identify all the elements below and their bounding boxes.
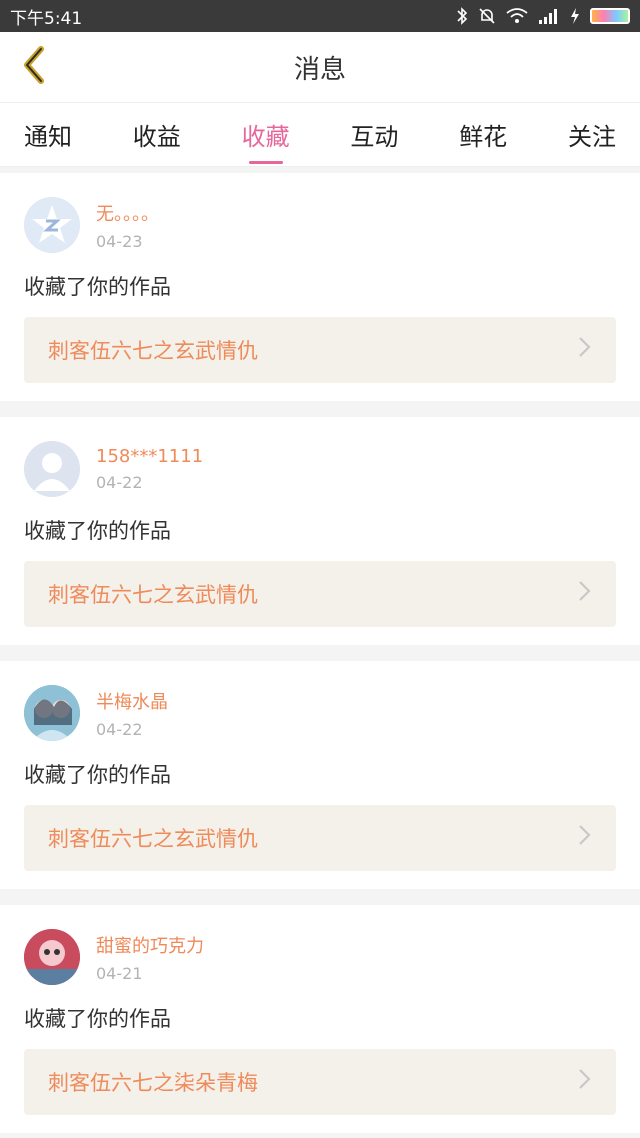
- user-info: 甜蜜的巧克力 04-21: [96, 932, 204, 983]
- anime-girls-avatar-icon: [24, 685, 80, 741]
- bluetooth-icon: [456, 7, 468, 25]
- user-info: 无。。。。 04-23: [96, 200, 159, 251]
- date: 04-22: [96, 473, 143, 492]
- username[interactable]: 无。。。。: [96, 200, 159, 226]
- status-icons: [456, 7, 630, 25]
- tab-flowers[interactable]: 鲜花: [459, 107, 507, 162]
- message-list: 无。。。。 04-23 收藏了你的作品 刺客伍六七之玄武情仇 158***111…: [0, 173, 640, 1133]
- user-info: 158***1111 04-22: [96, 446, 203, 492]
- action-text: 收藏了你的作品: [24, 763, 171, 787]
- list-item-header: 158***1111 04-22: [24, 441, 616, 497]
- avatar[interactable]: [24, 441, 80, 497]
- wifi-icon: [506, 8, 528, 24]
- chevron-right-icon: [578, 823, 592, 854]
- date: 04-22: [96, 719, 143, 739]
- back-button[interactable]: [14, 46, 54, 88]
- work-link[interactable]: 刺客伍六七之玄武情仇: [24, 317, 616, 383]
- list-item: 158***1111 04-22 收藏了你的作品 刺客伍六七之玄武情仇: [0, 417, 640, 645]
- username[interactable]: 甜蜜的巧克力: [96, 932, 204, 958]
- work-title: 刺客伍六七之玄武情仇: [48, 827, 258, 851]
- username[interactable]: 158***1111: [96, 446, 203, 467]
- status-time: 下午5:41: [10, 8, 83, 29]
- page-title: 消息: [293, 54, 346, 85]
- header-bar: 消息: [0, 32, 640, 103]
- action-text: 收藏了你的作品: [24, 1007, 171, 1031]
- list-item: 甜蜜的巧克力 04-21 收藏了你的作品 刺客伍六七之柒朵青梅: [0, 905, 640, 1133]
- chevron-right-icon: [578, 1067, 592, 1098]
- charging-icon: [570, 8, 580, 24]
- tab-interactions[interactable]: 互动: [350, 107, 398, 162]
- star-avatar-icon: [24, 197, 80, 253]
- mute-icon: [478, 7, 496, 25]
- action-text: 收藏了你的作品: [24, 519, 171, 543]
- tab-bar: 通知 收益 收藏 互动 鲜花 关注: [0, 103, 640, 167]
- list-item: 无。。。。 04-23 收藏了你的作品 刺客伍六七之玄武情仇: [0, 173, 640, 401]
- back-arrow-icon: [19, 45, 49, 89]
- signal-icon: [538, 8, 560, 24]
- work-link[interactable]: 刺客伍六七之玄武情仇: [24, 805, 616, 871]
- list-item-header: 半梅水晶 04-22: [24, 685, 616, 741]
- avatar[interactable]: [24, 197, 80, 253]
- chevron-right-icon: [578, 579, 592, 610]
- avatar[interactable]: [24, 685, 80, 741]
- doll-avatar-icon: [24, 929, 80, 985]
- chevron-right-icon: [578, 335, 592, 366]
- avatar[interactable]: [24, 929, 80, 985]
- status-bar: 下午5:41: [0, 0, 640, 32]
- work-title: 刺客伍六七之柒朵青梅: [48, 1071, 258, 1095]
- date: 04-23: [96, 231, 143, 251]
- default-user-avatar-icon: [24, 441, 80, 497]
- tab-notifications[interactable]: 通知: [24, 107, 72, 162]
- work-link[interactable]: 刺客伍六七之柒朵青梅: [24, 1049, 616, 1115]
- list-item: 半梅水晶 04-22 收藏了你的作品 刺客伍六七之玄武情仇: [0, 661, 640, 889]
- list-item-header: 无。。。。 04-23: [24, 197, 616, 253]
- battery-icon: [590, 8, 630, 24]
- work-link[interactable]: 刺客伍六七之玄武情仇: [24, 561, 616, 627]
- username[interactable]: 半梅水晶: [96, 688, 168, 714]
- user-info: 半梅水晶 04-22: [96, 688, 168, 739]
- work-title: 刺客伍六七之玄武情仇: [48, 339, 258, 363]
- tab-earnings[interactable]: 收益: [133, 107, 181, 162]
- list-item-header: 甜蜜的巧克力 04-21: [24, 929, 616, 985]
- action-text: 收藏了你的作品: [24, 275, 171, 299]
- tab-favorites[interactable]: 收藏: [242, 107, 290, 162]
- tab-follows[interactable]: 关注: [568, 107, 616, 162]
- work-title: 刺客伍六七之玄武情仇: [48, 583, 258, 607]
- date: 04-21: [96, 963, 143, 983]
